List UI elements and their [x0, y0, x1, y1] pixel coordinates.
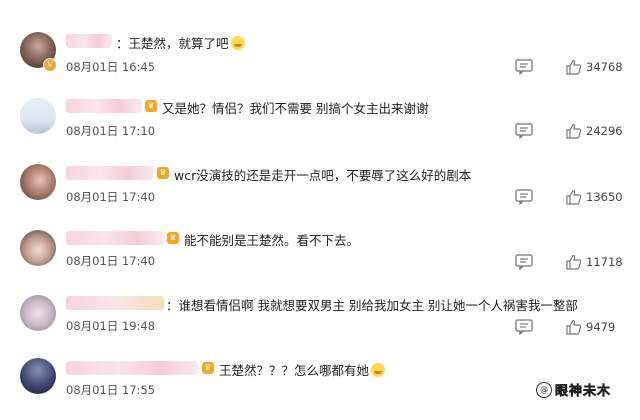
comment-text: wcr没演技的还是走开一点吧，不要辱了这么好的剧本 — [174, 168, 472, 183]
comment-item: ：谁想看情侣啊 我就想要双男主 别给我加女主 别让她一个人祸害我一整部 08月0… — [0, 291, 640, 355]
username-blurred[interactable] — [66, 166, 154, 180]
like-count: 13650 — [586, 190, 623, 204]
comment-time: 08月01日 17:10 — [66, 124, 156, 138]
like-count: 11718 — [586, 255, 623, 269]
avatar[interactable] — [20, 164, 56, 200]
comment-time: 08月01日 16:45 — [66, 60, 156, 74]
avatar[interactable] — [20, 358, 56, 394]
like-count: 9479 — [586, 320, 616, 334]
username-blurred[interactable] — [66, 99, 142, 113]
comment-time: 08月01日 17:40 — [66, 254, 156, 268]
at-icon: @ — [536, 381, 552, 398]
comment-text: 能不能别是王楚然。看不下去。 — [184, 233, 360, 248]
comment-icon[interactable] — [515, 59, 533, 75]
comment-time: 08月01日 19:48 — [66, 319, 156, 333]
comment-icon[interactable] — [515, 123, 533, 139]
avatar[interactable] — [20, 295, 56, 331]
comment-text: 又是她？情侣？我们不需要 别搞个女主出来谢谢 — [162, 101, 429, 116]
thumbs-up-icon[interactable] — [566, 59, 582, 75]
avatar[interactable] — [20, 230, 56, 266]
watermark: @ 眼神未木 — [536, 380, 611, 399]
username-blurred[interactable] — [66, 34, 112, 48]
username-blurred[interactable] — [66, 296, 164, 310]
comment-item: V ：王楚然，就算了吧 08月01日 16:45 34768 — [0, 28, 640, 92]
fan-badge-icon: ♛ — [167, 232, 179, 244]
comment-text: 王楚然？？？怎么哪都有她 — [219, 360, 386, 379]
fan-badge-icon: ♛ — [145, 100, 157, 112]
comment-time: 08月01日 17:40 — [66, 190, 156, 204]
fan-badge-icon: ♛ — [202, 362, 214, 374]
comment-icon[interactable] — [515, 319, 533, 335]
avatar[interactable] — [20, 98, 56, 134]
comment-icon[interactable] — [515, 189, 533, 205]
thumbs-up-icon[interactable] — [566, 189, 582, 205]
laughing-emoji-icon — [371, 363, 386, 377]
comment-time: 08月01日 17:55 — [66, 383, 156, 397]
thumbs-up-icon[interactable] — [566, 254, 582, 270]
comment-text: ：王楚然，就算了吧 — [116, 33, 245, 52]
like-count: 24296 — [586, 124, 623, 138]
comment-text: ：谁想看情侣啊 我就想要双男主 别给我加女主 别让她一个人祸害我一整部 — [166, 298, 578, 313]
username-blurred[interactable] — [66, 231, 164, 245]
comment-item: ♛ wcr没演技的还是走开一点吧，不要辱了这么好的剧本 08月01日 17:40… — [0, 160, 640, 224]
thumbs-up-icon[interactable] — [566, 123, 582, 139]
comment-item: ♛ 又是她？情侣？我们不需要 别搞个女主出来谢谢 08月01日 17:10 24… — [0, 94, 640, 158]
comment-icon[interactable] — [515, 254, 533, 270]
username-blurred[interactable] — [66, 361, 198, 375]
comment-item: ♛ 能不能别是王楚然。看不下去。 08月01日 17:40 11718 — [0, 226, 640, 290]
thumbs-up-icon[interactable] — [566, 319, 582, 335]
watermark-text: 眼神未木 — [555, 384, 612, 400]
verified-badge-icon: V — [43, 58, 57, 72]
like-count: 34768 — [586, 60, 623, 74]
laughing-emoji-icon — [230, 36, 245, 50]
fan-badge-icon: ♛ — [157, 167, 169, 179]
